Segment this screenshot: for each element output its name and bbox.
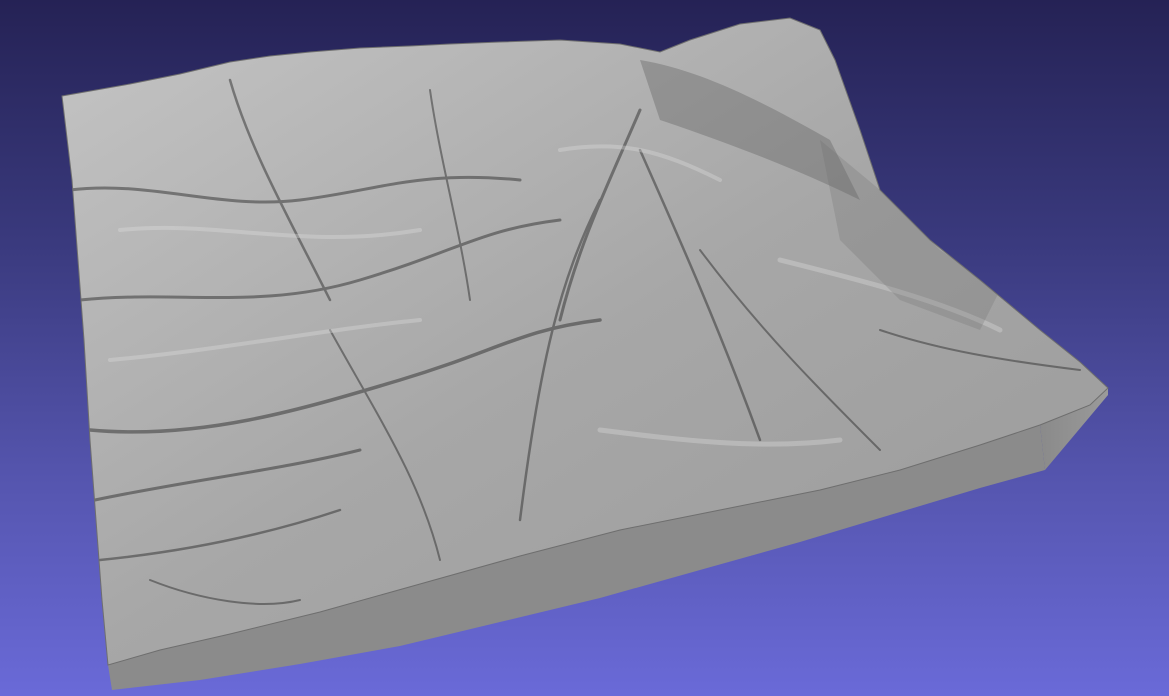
terrain-model[interactable] xyxy=(0,0,1169,696)
3d-viewport[interactable] xyxy=(0,0,1169,696)
